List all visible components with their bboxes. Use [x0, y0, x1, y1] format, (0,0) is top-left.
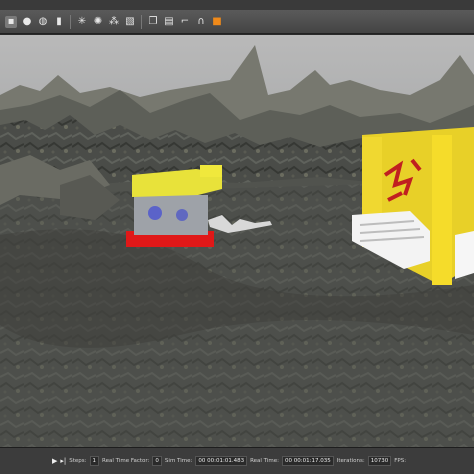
screenshot-icon[interactable]: ■: [211, 16, 223, 28]
copy-icon[interactable]: ❐: [147, 16, 159, 28]
rtf-label: Real Time Factor:: [102, 458, 150, 464]
subsea-vent-grille-right: [455, 231, 474, 279]
structure-pillar: [432, 135, 452, 285]
point-light-icon[interactable]: ✳: [76, 16, 88, 28]
rov-float-box: [200, 165, 222, 177]
status-bar: ▶ ▸| Steps: 1 Real Time Factor: 0 Sim Ti…: [0, 447, 474, 474]
box-icon[interactable]: ▮: [53, 16, 65, 28]
cylinder-icon[interactable]: ◍: [37, 16, 49, 28]
real-time-label: Real Time:: [250, 458, 279, 464]
iterations-value: 10730: [367, 456, 392, 466]
toolbar: ▪ ● ◍ ▮ ✳ ✺ ⁂ ▧ ❐ ▤ ⌐ ∩ ■: [0, 10, 474, 34]
fps-label: FPS:: [394, 458, 407, 464]
sim-time-value: 00 00:01:01.483: [195, 456, 248, 466]
select-arrow-icon[interactable]: ▪: [5, 15, 17, 28]
rov-thruster: [176, 209, 188, 221]
rtf-value: 0: [152, 456, 162, 466]
directional-light-icon[interactable]: ⁂: [108, 16, 120, 28]
magnet-icon[interactable]: ∩: [195, 16, 207, 28]
toolbar-separator: [70, 14, 71, 29]
spot-light-icon[interactable]: ✺: [92, 16, 104, 28]
iterations-label: Iterations:: [336, 458, 365, 464]
step-button[interactable]: ▸|: [60, 457, 66, 465]
rov-frame: [134, 195, 208, 235]
snap-icon[interactable]: ⌐: [179, 16, 191, 28]
paste-icon[interactable]: ▤: [163, 16, 175, 28]
window-title-bar: [0, 0, 474, 10]
3d-viewport[interactable]: [0, 35, 474, 447]
toolbar-separator: [141, 14, 142, 29]
play-button[interactable]: ▶: [52, 457, 57, 465]
rov-thruster: [148, 206, 162, 220]
sim-time-label: Sim Time:: [164, 458, 193, 464]
steps-label: Steps:: [69, 458, 87, 464]
sphere-icon[interactable]: ●: [21, 16, 33, 28]
align-icon[interactable]: ▧: [124, 16, 136, 28]
steps-input[interactable]: 1: [89, 456, 100, 466]
real-time-value: 00 00:01:17.035: [282, 456, 334, 466]
